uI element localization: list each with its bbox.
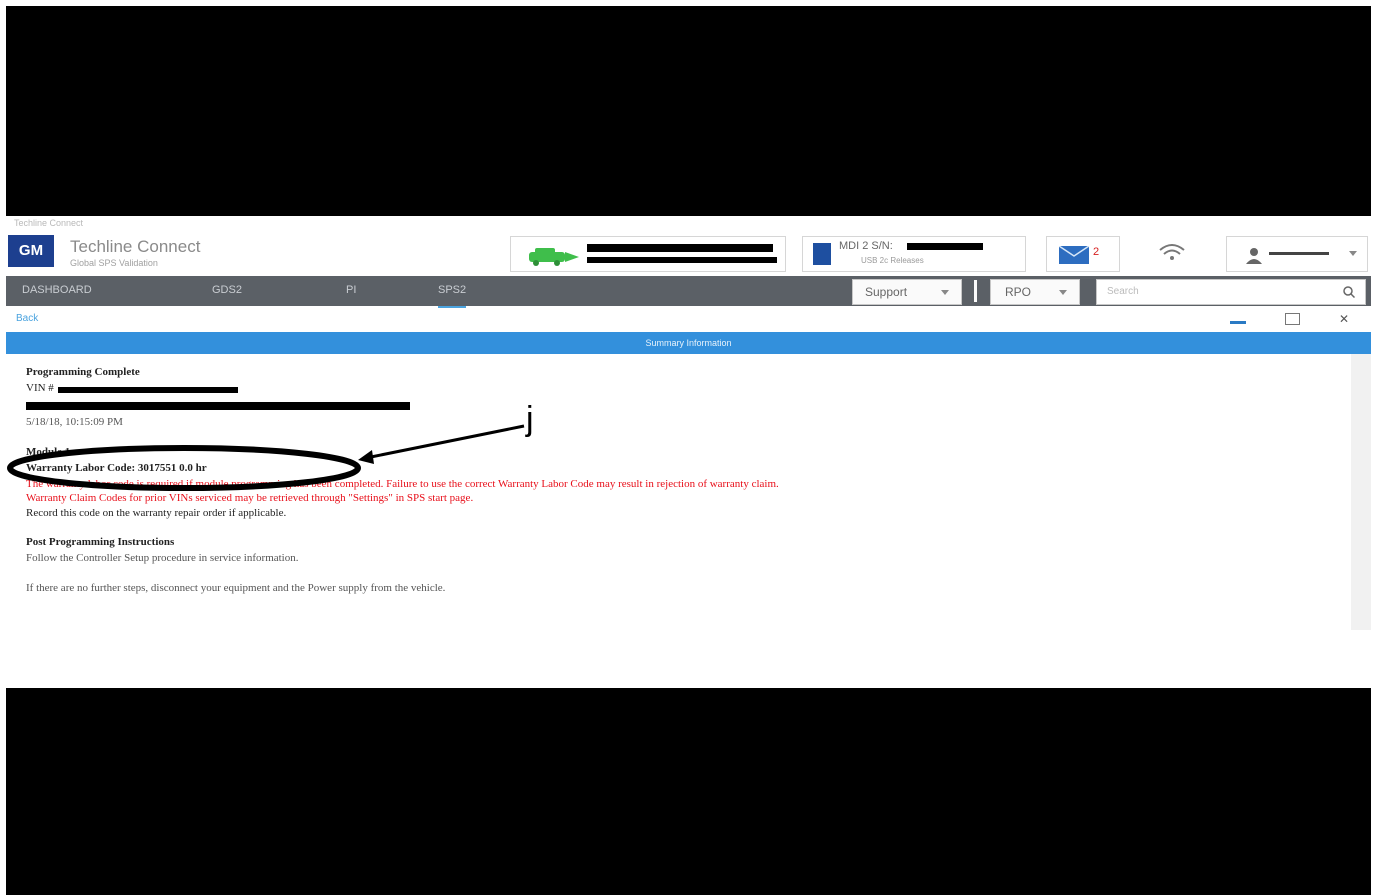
redacted-vehicle-desc xyxy=(26,402,410,410)
tab-dashboard[interactable]: DASHBOARD xyxy=(22,276,92,306)
post-programming-heading: Post Programming Instructions xyxy=(26,536,175,548)
redacted-vehicle-line-1 xyxy=(587,244,773,252)
vin-row: VIN # xyxy=(26,382,54,394)
vehicle-info-box[interactable] xyxy=(510,236,786,272)
gm-logo: GM xyxy=(8,235,54,267)
back-link[interactable]: Back xyxy=(16,313,38,324)
letterbox-bottom xyxy=(6,688,1371,895)
record-note: Record this code on the warranty repair … xyxy=(26,507,287,519)
search-icon xyxy=(1343,286,1355,298)
minimize-icon[interactable] xyxy=(1228,312,1248,326)
device-title: MDI 2 S/N: xyxy=(839,240,893,252)
chevron-down-icon xyxy=(1349,251,1357,256)
redacted-serial xyxy=(907,243,983,250)
chevron-down-icon xyxy=(1059,290,1067,295)
post-programming-step: Follow the Controller Setup procedure in… xyxy=(26,552,299,564)
redacted-vehicle-line-2 xyxy=(587,257,777,263)
search-input[interactable]: Search xyxy=(1096,279,1366,305)
warranty-labor-code: Warranty Labor Code: 3017551 0.0 hr xyxy=(26,462,207,474)
app-title: Techline Connect xyxy=(70,237,201,256)
app-subtitle: Global SPS Validation xyxy=(70,258,158,268)
car-icon xyxy=(529,248,579,266)
content-scrollbar[interactable] xyxy=(1351,354,1371,630)
user-menu[interactable] xyxy=(1226,236,1368,272)
user-icon xyxy=(1246,248,1262,264)
chevron-down-icon xyxy=(941,290,949,295)
wifi-icon xyxy=(1159,244,1185,260)
rpo-label: RPO xyxy=(1005,285,1032,299)
device-subtitle: USB 2c Releases xyxy=(861,256,924,265)
tab-sps2[interactable]: SPS2 xyxy=(438,276,467,308)
rpo-dropdown[interactable]: RPO xyxy=(990,279,1080,305)
sub-toolbar: Back ✕ xyxy=(6,310,1371,330)
window-caption: Techline Connect xyxy=(14,218,84,228)
mail-icon xyxy=(1059,246,1089,264)
tab-gds2[interactable]: GDS2 xyxy=(212,276,242,306)
maximize-icon[interactable] xyxy=(1282,312,1302,326)
warranty-warning-2: Warranty Claim Codes for prior VINs serv… xyxy=(26,492,474,504)
search-placeholder: Search xyxy=(1107,286,1139,297)
programming-complete-heading: Programming Complete xyxy=(26,366,140,378)
summary-content: Programming Complete VIN # 5/18/18, 10:1… xyxy=(6,354,1351,614)
footer-note: If there are no further steps, disconnec… xyxy=(26,582,446,594)
mail-count-badge: 2 xyxy=(1093,246,1100,258)
main-navbar: DASHBOARD GDS2 PI SPS2 Support RPO Searc… xyxy=(6,276,1371,308)
messages-button[interactable]: 2 xyxy=(1046,236,1120,272)
support-dropdown[interactable]: Support xyxy=(852,279,962,305)
warranty-warning-1: The warranty labor code is required if m… xyxy=(26,478,779,490)
redacted-username xyxy=(1269,252,1329,255)
panel-title: Summary Information xyxy=(6,332,1371,354)
app-header: GM Techline Connect Global SPS Validatio… xyxy=(6,230,1371,276)
letterbox-top xyxy=(6,6,1371,216)
vin-label: VIN # xyxy=(26,382,54,394)
module-heading: Module 1 xyxy=(26,446,71,458)
support-label: Support xyxy=(865,285,908,299)
timestamp: 5/18/18, 10:15:09 PM xyxy=(26,416,123,428)
techline-app-window: Techline Connect GM Techline Connect Glo… xyxy=(6,216,1371,688)
tab-pi[interactable]: PI xyxy=(346,276,356,306)
device-icon xyxy=(813,243,831,265)
navbar-divider xyxy=(974,280,977,302)
device-info-box[interactable]: MDI 2 S/N: USB 2c Releases xyxy=(802,236,1026,272)
redacted-vin xyxy=(58,387,238,393)
connection-status[interactable] xyxy=(1136,236,1208,270)
close-icon[interactable]: ✕ xyxy=(1334,312,1354,326)
